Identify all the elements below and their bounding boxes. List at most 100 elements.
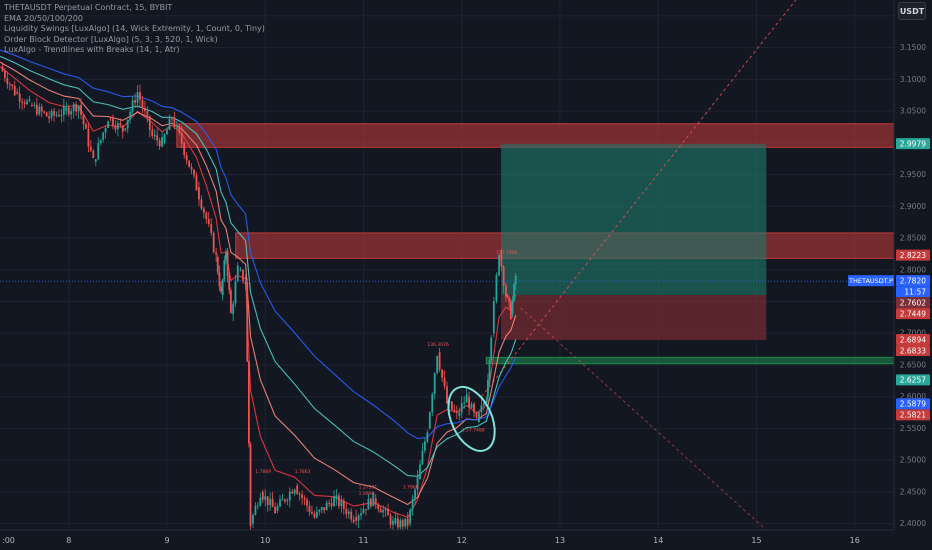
time-tick-label: 16 [850, 536, 860, 545]
candle-body [202, 208, 205, 213]
candle-body [246, 282, 249, 362]
candle-body [431, 394, 434, 413]
candle-body [134, 100, 136, 103]
candle-body [458, 412, 461, 416]
candle-body [323, 507, 326, 511]
candle-body [347, 511, 350, 514]
candle-body [183, 142, 186, 155]
legend-ema[interactable]: EMA 20/50/100/200 [4, 14, 265, 25]
candle-body [195, 175, 198, 191]
candle-body [362, 508, 365, 514]
candle-body [43, 111, 46, 113]
candle-body [158, 140, 161, 147]
time-tick-label: :00 [2, 536, 15, 545]
candle-body [482, 403, 485, 406]
legend-liquidity-swings[interactable]: Liquidity Swings [LuxAlgo] (14, Wick Ext… [4, 24, 265, 35]
candle-body [252, 514, 254, 524]
price-tick-label: 2.8500 [900, 234, 926, 243]
price-tick-label: 2.9000 [900, 202, 926, 211]
candle-body [161, 137, 163, 147]
candle-body [8, 84, 11, 86]
candle-body [242, 269, 244, 282]
candle-body [129, 111, 132, 120]
candle-body [168, 118, 171, 130]
candle-body [473, 403, 475, 413]
candle-body [411, 499, 414, 510]
candle-body [387, 508, 389, 516]
time-tick-label: 9 [164, 536, 169, 545]
candle-body [399, 520, 402, 528]
candle-body [306, 499, 308, 506]
price-chart-canvas[interactable]: 1.7869 1.7863 1.09961.37391 1.7866 136.3076 1… [0, 0, 932, 550]
candle-body [11, 84, 14, 87]
candle-body [244, 281, 247, 285]
candle-body [216, 257, 219, 273]
candle-body [249, 443, 252, 526]
chart-background [0, 0, 932, 550]
candle-body [374, 498, 377, 505]
candle-body [488, 360, 491, 380]
candle-body [119, 123, 122, 126]
candle-body [318, 509, 321, 512]
candle-body [274, 506, 276, 514]
candle-body [357, 515, 360, 521]
candle-body [126, 119, 129, 129]
candle-body [70, 111, 73, 115]
candle-body [166, 129, 168, 135]
candle-body [232, 303, 235, 315]
candle-body [382, 510, 385, 513]
candle-body [288, 491, 291, 501]
candle-body [414, 489, 416, 500]
candle-body [281, 499, 284, 501]
annotation-label: 136.3076 [427, 342, 449, 348]
candle-body [506, 295, 509, 298]
candle-body [236, 265, 239, 282]
candle-body [428, 412, 431, 429]
candle-body [301, 494, 303, 498]
candle-body [75, 104, 78, 112]
candle-body [394, 518, 397, 524]
candle-body [511, 300, 514, 315]
candle-body [433, 373, 436, 395]
candle-body [89, 146, 92, 151]
candle-body [97, 143, 100, 160]
candle-body [401, 520, 404, 527]
candle-body [210, 224, 213, 233]
candle-body [116, 123, 119, 130]
candle-body [67, 107, 70, 115]
indicator-legend: THETAUSDT Perpetual Contract, 15, BYBIT … [4, 3, 265, 56]
candle-body [360, 513, 362, 516]
candle-body [392, 520, 394, 525]
candle-body [173, 117, 176, 127]
candle-body [509, 302, 512, 320]
candle-body [384, 508, 387, 511]
candle-body [13, 86, 16, 96]
legend-order-block[interactable]: Order Block Detector [LuxAlgo] (5, 3, 3,… [4, 35, 265, 46]
candle-body [148, 116, 151, 130]
trading-chart[interactable]: 1.7869 1.7863 1.0996 1.37391 1.7866 136.3076 1… [0, 0, 932, 550]
candle-body [45, 112, 48, 117]
candle-body [82, 114, 85, 125]
legend-symbol[interactable]: THETAUSDT Perpetual Contract, 15, BYBIT [4, 3, 265, 14]
candle-body [207, 218, 210, 225]
candle-body [286, 500, 289, 502]
candle-body [180, 132, 183, 144]
candle-body [163, 134, 166, 143]
candle-body [350, 511, 353, 520]
candle-body [221, 279, 224, 296]
candle-body [421, 450, 424, 465]
annotation-label: 1.7866 [403, 485, 419, 491]
candle-body [200, 199, 203, 209]
candle-body [367, 498, 370, 510]
candle-body [136, 92, 139, 103]
candle-body [114, 126, 117, 130]
candle-body [333, 495, 335, 507]
legend-trendlines[interactable]: LuxAlgo - Trendlines with Breaks (14, 1,… [4, 45, 265, 56]
candle-body [112, 118, 114, 127]
candle-body [369, 498, 372, 507]
candle-body [379, 508, 382, 513]
candle-body [455, 411, 458, 413]
candle-body [77, 105, 80, 112]
candle-body [468, 396, 471, 408]
currency-button[interactable]: USDT [898, 2, 926, 20]
